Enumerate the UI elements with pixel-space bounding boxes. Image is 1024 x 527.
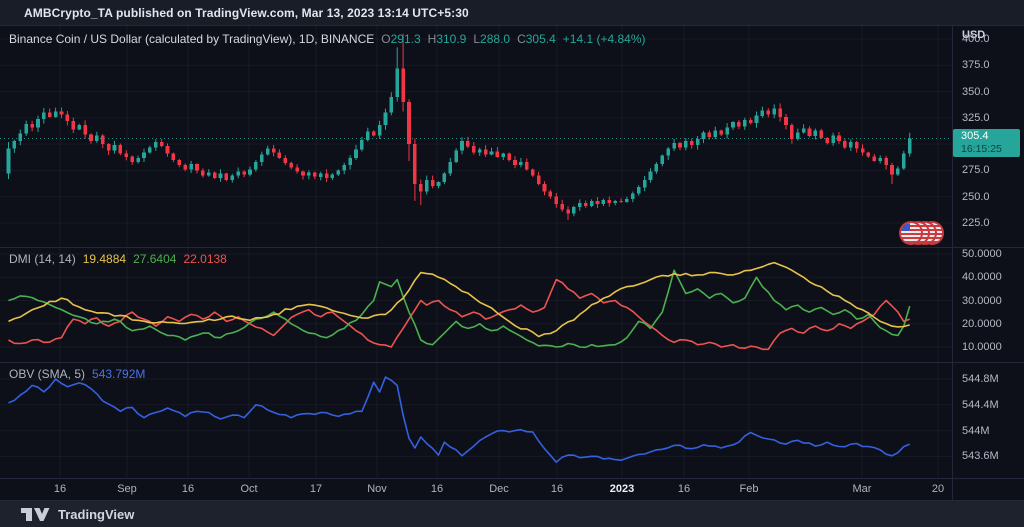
- brand-name: TradingView: [58, 507, 134, 522]
- dmi-label: DMI (14, 14): [9, 252, 76, 266]
- time-axis-tick: 16: [431, 483, 443, 495]
- price-axis-tick: 325.0: [962, 112, 990, 124]
- obv-axis-tick: 543.6M: [962, 450, 999, 462]
- time-axis-tick: 16: [678, 483, 690, 495]
- obv-legend[interactable]: OBV (SMA, 5) 543.792M: [9, 367, 145, 381]
- obv-value: 543.792M: [92, 367, 145, 381]
- snapshot-header: AMBCrypto_TA published on TradingView.co…: [0, 0, 1024, 26]
- adx-value: 19.4884: [83, 252, 126, 266]
- price-axis-tick: 275.0: [962, 164, 990, 176]
- pane-separator[interactable]: [0, 362, 1024, 363]
- ohlc-close: C305.4: [517, 32, 556, 46]
- axis-currency: USD: [962, 29, 985, 41]
- time-axis-tick: Feb: [740, 483, 759, 495]
- time-axis-tick: 16: [182, 483, 194, 495]
- time-axis-tick: Mar: [853, 483, 872, 495]
- time-axis-border: [0, 478, 1024, 479]
- bar-countdown: 16:15:25: [961, 143, 1020, 156]
- obv-axis-tick: 544.4M: [962, 399, 999, 411]
- price-axis-border: [952, 25, 953, 500]
- symbol-legend[interactable]: Binance Coin / US Dollar (calculated by …: [9, 32, 646, 46]
- dmi-axis-tick: 10.0000: [962, 341, 1002, 353]
- time-axis-tick: Nov: [367, 483, 387, 495]
- dmi-axis-tick: 30.0000: [962, 295, 1002, 307]
- last-price-value: 305.4: [961, 130, 1020, 143]
- price-pane-canvas[interactable]: [0, 25, 952, 247]
- price-axis-tick: 375.0: [962, 59, 990, 71]
- time-axis-tick: 20: [932, 483, 944, 495]
- change-value: +14.1 (+4.84%): [563, 32, 646, 46]
- us-flag-event-icon: [899, 221, 923, 245]
- time-axis-tick: 16: [54, 483, 66, 495]
- dmi-axis-tick: 50.0000: [962, 248, 1002, 260]
- tradingview-snapshot: AMBCrypto_TA published on TradingView.co…: [0, 0, 1024, 527]
- price-axis-tick: 350.0: [962, 86, 990, 98]
- us-events-icon-stack[interactable]: [899, 221, 945, 245]
- dmi-axis-tick: 40.0000: [962, 271, 1002, 283]
- ohlc-low: L288.0: [473, 32, 510, 46]
- footer-bar: TradingView: [0, 500, 1024, 527]
- time-axis-tick: 16: [551, 483, 563, 495]
- plus-di-value: 27.6404: [133, 252, 176, 266]
- price-axis-tick: 400.0: [962, 33, 990, 45]
- pane-separator[interactable]: [0, 247, 1024, 248]
- publish-info: AMBCrypto_TA published on TradingView.co…: [24, 6, 469, 20]
- minus-di-value: 22.0138: [183, 252, 226, 266]
- price-axis-tick: 225.0: [962, 217, 990, 229]
- time-axis-tick: Sep: [117, 483, 137, 495]
- time-axis-tick: Oct: [240, 483, 257, 495]
- ohlc-high: H310.9: [428, 32, 467, 46]
- obv-label: OBV (SMA, 5): [9, 367, 85, 381]
- tradingview-logo-icon[interactable]: [20, 507, 50, 523]
- symbol-description: Binance Coin / US Dollar (calculated by …: [9, 32, 374, 46]
- time-axis-tick: 17: [310, 483, 322, 495]
- ohlc-open: O291.3: [381, 32, 420, 46]
- last-price-label: 305.4 16:15:25: [953, 129, 1020, 157]
- dmi-legend[interactable]: DMI (14, 14) 19.4884 27.6404 22.0138: [9, 252, 227, 266]
- time-axis-tick: 2023: [610, 483, 634, 495]
- price-axis-tick: 250.0: [962, 191, 990, 203]
- obv-axis-tick: 544.8M: [962, 373, 999, 385]
- obv-axis-tick: 544M: [962, 425, 990, 437]
- time-axis-tick: Dec: [489, 483, 509, 495]
- dmi-axis-tick: 20.0000: [962, 318, 1002, 330]
